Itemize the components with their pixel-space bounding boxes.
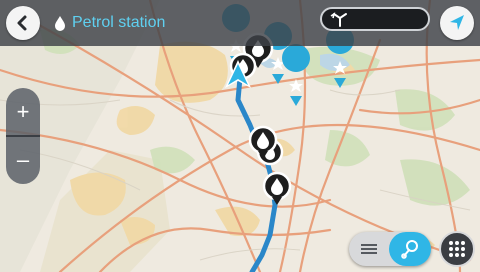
map-pin-icon: [401, 240, 418, 259]
grid-menu-icon: [449, 241, 465, 257]
zoom-out-button[interactable]: –: [6, 140, 40, 180]
navigation-arrow-icon: [450, 15, 464, 30]
zoom-in-button[interactable]: +: [6, 92, 40, 132]
search-along-route-button[interactable]: [320, 7, 430, 31]
navigation-button[interactable]: [440, 6, 474, 40]
map-view-button[interactable]: [389, 232, 431, 266]
back-arrow-icon: [17, 15, 27, 31]
page-title-text: Petrol station: [72, 14, 166, 31]
zoom-control: + –: [6, 88, 40, 184]
route-fork-icon: [330, 12, 347, 27]
back-button[interactable]: [6, 6, 40, 40]
page-title: Petrol station: [54, 11, 165, 35]
fuel-drop-icon: [54, 15, 66, 31]
list-view-button[interactable]: [349, 232, 389, 266]
zoom-divider: [6, 135, 40, 137]
list-view-icon: [361, 244, 377, 254]
main-menu-button[interactable]: [439, 231, 475, 267]
view-toggle: [349, 232, 431, 266]
